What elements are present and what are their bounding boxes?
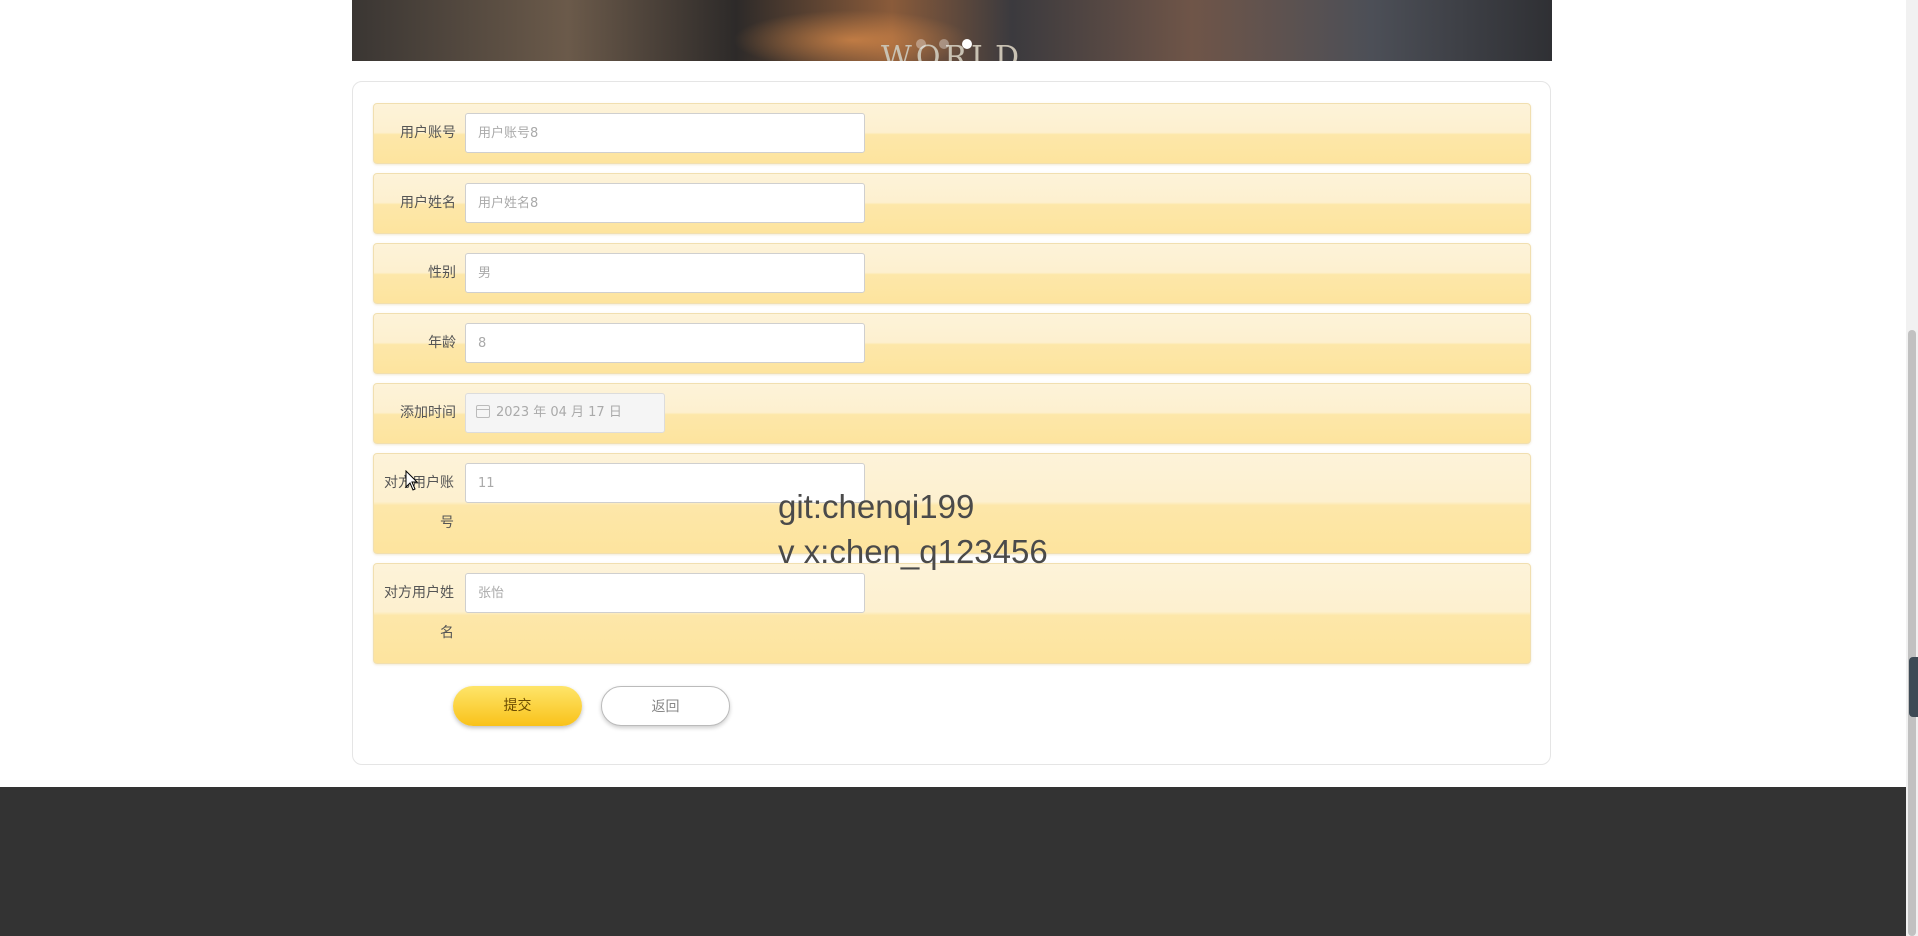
carousel-dot-active[interactable] bbox=[962, 39, 973, 49]
account-input[interactable] bbox=[465, 113, 865, 153]
field-label: 性别 bbox=[428, 265, 456, 281]
date-value: 2023 年 04 月 17 日 bbox=[496, 405, 622, 420]
carousel-dot[interactable] bbox=[939, 39, 950, 49]
watermark-line: git:chenqi199 bbox=[778, 488, 975, 525]
form-row-age: 年龄 bbox=[373, 313, 1531, 374]
watermark-text: git:chenqi199 v x:chen_q123456 bbox=[778, 484, 1048, 574]
field-label: 用户账号 bbox=[400, 125, 456, 141]
banner-image: WORLD bbox=[352, 0, 1552, 61]
scrollbar-thumb[interactable] bbox=[1908, 330, 1916, 936]
submit-button[interactable]: 提交 bbox=[453, 686, 582, 726]
add-time-date-field[interactable]: 2023 年 04 月 17 日 bbox=[465, 393, 665, 433]
field-label: 用户姓名 bbox=[400, 195, 456, 211]
field-label: 年龄 bbox=[428, 335, 456, 351]
partner-name-input[interactable] bbox=[465, 573, 865, 613]
watermark-line: v x:chen_q123456 bbox=[778, 533, 1048, 570]
form-row-account: 用户账号 bbox=[373, 103, 1531, 164]
back-button[interactable]: 返回 bbox=[601, 686, 730, 726]
carousel-dot[interactable] bbox=[916, 39, 926, 49]
form-row-add-time: 添加时间 2023 年 04 月 17 日 bbox=[373, 383, 1531, 444]
field-label: 添加时间 bbox=[400, 405, 456, 421]
mouse-cursor-icon bbox=[405, 469, 419, 492]
gender-input[interactable] bbox=[465, 253, 865, 293]
calendar-icon bbox=[476, 405, 490, 418]
form-row-name: 用户姓名 bbox=[373, 173, 1531, 234]
form-row-gender: 性别 bbox=[373, 243, 1531, 304]
field-label: 对方用户姓名 bbox=[384, 585, 454, 641]
page-footer bbox=[0, 787, 1906, 936]
vertical-scrollbar[interactable] bbox=[1906, 0, 1918, 936]
age-input[interactable] bbox=[465, 323, 865, 363]
carousel-dots bbox=[912, 34, 1002, 53]
name-input[interactable] bbox=[465, 183, 865, 223]
form-row-partner-name: 对方用户姓名 bbox=[373, 563, 1531, 664]
side-widget-tab[interactable] bbox=[1909, 657, 1918, 717]
form-card: 用户账号 用户姓名 性别 年龄 添加时间 2023 年 04 月 17 日 对方… bbox=[352, 81, 1551, 765]
